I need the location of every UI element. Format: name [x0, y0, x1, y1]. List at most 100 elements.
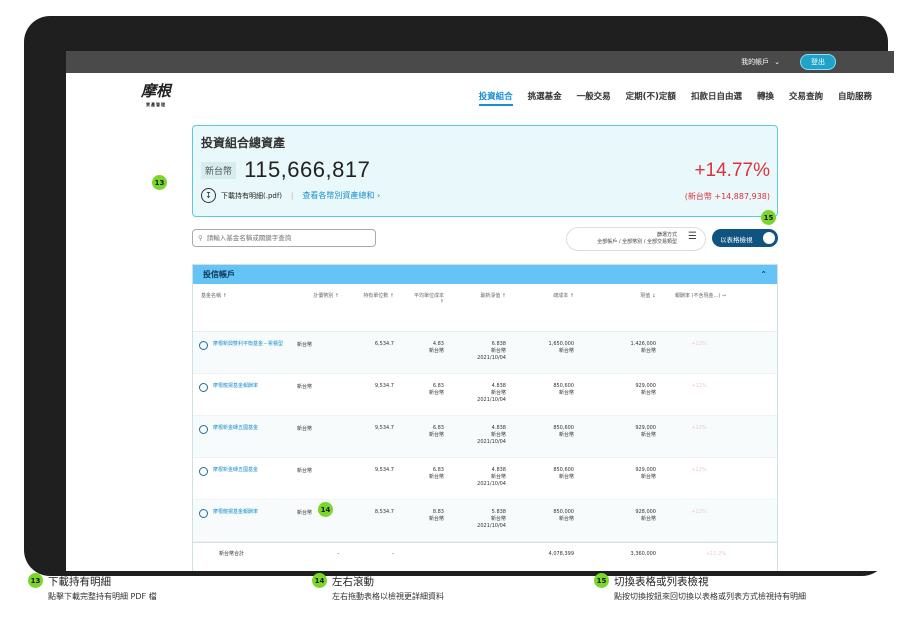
cell-currency: 新台幣	[297, 510, 313, 516]
fund-name-link[interactable]: 摩根新金磚五國基金	[213, 425, 258, 457]
table-row[interactable]: 摩根龍揚基金報酬率 新台幣 9,534.7 6.83 新台幣 4.838 新台幣 2021/1…	[193, 374, 777, 416]
table-header-bar[interactable]: 投信帳戶 ⌃	[193, 265, 777, 284]
nav-item[interactable]: 自助服務	[838, 90, 872, 106]
portfolio-summary: 投資組合總資產 新台幣 115,666,817 +14.77% (新台幣 +14…	[192, 125, 778, 217]
cell-return: +12%	[691, 467, 707, 473]
nav-item[interactable]: 挑選基金	[528, 90, 562, 106]
sliders-icon: ☰	[688, 231, 697, 242]
column-header[interactable]: 平均單位成本 ↑	[402, 292, 452, 331]
total-currency: -	[337, 550, 339, 557]
download-pdf-link[interactable]: 下載持有明細(.pdf)	[221, 191, 282, 201]
row-radio[interactable]	[199, 467, 208, 476]
cell-cost: 850,000 新台幣	[553, 509, 574, 522]
nav-item[interactable]: 定期(不)定額	[626, 90, 676, 106]
total-return: +11.2%	[705, 550, 726, 557]
filter-button[interactable]: 篩選方式 全部帳戶 / 全部幣別 / 全部交易類型 ☰	[566, 227, 706, 251]
filter-value: 全部帳戶 / 全部幣別 / 全部交易類型	[597, 239, 677, 245]
table-row[interactable]: 摩根龍揚基金報酬率 新台幣 8,534.7 8.83 新台幣 5.838 新台幣 2021/1…	[193, 500, 777, 542]
table-row[interactable]: 摩根新金磚五國基金 新台幣 9,534.7 6.83 新台幣 4.838 新台幣 2021/1…	[193, 458, 777, 500]
cell-avg-cost: 6.83 新台幣	[428, 383, 444, 396]
summary-title: 投資組合總資產	[201, 136, 286, 150]
cell-return: +12%	[691, 383, 707, 389]
callout-title: 切換表格或列表檢視	[614, 576, 709, 588]
fund-search[interactable]: ⚲	[192, 229, 376, 247]
row-radio[interactable]	[199, 425, 208, 434]
total-cost: 4,078,399	[548, 550, 574, 557]
cell-nav: 6.838 新台幣 2021/10/04	[477, 341, 506, 361]
callout-desc: 左右拖動表格以檢視更詳細資料	[332, 592, 444, 601]
cell-nav: 4.838 新台幣 2021/10/04	[477, 425, 506, 445]
fund-name-link[interactable]: 摩根龍揚基金報酬率	[213, 383, 258, 415]
callout-desc: 點擊下載完整持有明細 PDF 檔	[48, 592, 157, 601]
table-columns: 基金名稱 ↑ 計價幣別 ↑ 持有單位數 ↑ 平均單位成本 ↑ 最新淨值 ↑ 總成本 ↑ 現值…	[193, 284, 777, 332]
cell-value: 929,000 新台幣	[635, 467, 656, 480]
table-row[interactable]: 摩根新興雙利平衡基金－累積型 新台幣 6,534.7 4.83 新台幣 6.838 新台幣 2…	[193, 332, 777, 374]
nav-item[interactable]: 一般交易	[577, 90, 611, 106]
column-header[interactable]: 持有單位數 ↑	[347, 292, 402, 331]
total-value: 3,360,000	[630, 550, 656, 557]
cell-value: 1,426,000 新台幣	[630, 341, 656, 354]
cell-cost: 850,600 新台幣	[553, 467, 574, 480]
fund-name-link[interactable]: 摩根新金磚五國基金	[213, 467, 258, 499]
nav-item[interactable]: 投資組合	[478, 90, 513, 106]
logo[interactable]: 摩根 資產管理	[138, 84, 174, 112]
row-radio[interactable]	[199, 509, 208, 518]
nav-item[interactable]: 轉換	[757, 90, 774, 106]
table-row[interactable]: 摩根新金磚五國基金 新台幣 9,534.7 6.83 新台幣 4.838 新台幣 2021/1…	[193, 416, 777, 458]
return-percent: +14.77%	[694, 160, 770, 181]
account-label: 我的帳戶	[741, 58, 770, 66]
toggle-knob	[763, 232, 775, 244]
account-menu[interactable]: 我的帳戶 ⌄	[741, 57, 780, 67]
device-frame: 我的帳戶 ⌄ 登出 摩根 資產管理 投資組合 挑選基金 一般交易 定期(不)定額 扣款日…	[24, 16, 894, 576]
column-header[interactable]: 基金名稱 ↑	[193, 292, 289, 331]
callout-15: 15 切換表格或列表檢視 點按切換按鈕來回切換以表格或列表方式檢視持有明細	[594, 572, 834, 602]
column-header[interactable]: 報酬率 (不含現金...) →	[664, 292, 734, 331]
logo-sub: 資產管理	[146, 102, 166, 107]
holdings-table: 投信帳戶 ⌃ 基金名稱 ↑ 計價幣別 ↑ 持有單位數 ↑ 平均單位成本 ↑ 最新淨值 ↑…	[192, 264, 778, 571]
nav-menu: 投資組合 挑選基金 一般交易 定期(不)定額 扣款日自由選 轉換 交易查詢 自助服務	[478, 90, 872, 106]
cell-return: +12%	[691, 509, 707, 515]
currency-tag: 新台幣	[201, 161, 237, 179]
total-label: 新台幣合計	[219, 551, 245, 557]
table-body: 摩根新興雙利平衡基金－累積型 新台幣 6,534.7 4.83 新台幣 6.838 新台幣 2…	[193, 332, 777, 542]
nav-item[interactable]: 扣款日自由選	[691, 90, 742, 106]
cell-return: +12%	[691, 341, 707, 347]
table-title: 投信帳戶	[203, 270, 235, 279]
chevron-down-icon: ⌄	[774, 58, 780, 66]
cell-units: 9,534.7	[374, 467, 394, 473]
cell-value: 929,000 新台幣	[635, 383, 656, 396]
chevron-up-icon[interactable]: ⌃	[760, 270, 767, 279]
top-bar: 我的帳戶 ⌄ 登出	[66, 51, 894, 73]
table-view-toggle[interactable]: 以表格檢視	[712, 229, 778, 247]
column-header[interactable]: 計價幣別 ↑	[289, 292, 347, 331]
cell-avg-cost: 8.83 新台幣	[428, 509, 444, 522]
row-radio[interactable]	[199, 383, 208, 392]
app-screen: 我的帳戶 ⌄ 登出 摩根 資產管理 投資組合 挑選基金 一般交易 定期(不)定額 扣款日…	[66, 51, 894, 571]
gain-amount: (新台幣 +14,887,938)	[684, 192, 770, 201]
search-input[interactable]	[206, 234, 367, 242]
cell-avg-cost: 4.83 新台幣	[428, 341, 444, 354]
cell-currency: 新台幣	[297, 342, 313, 348]
cell-units: 6,534.7	[374, 341, 394, 347]
column-header[interactable]: 最新淨值 ↑	[452, 292, 514, 331]
total-units: -	[392, 550, 394, 557]
cell-nav: 5.838 新台幣 2021/10/04	[477, 509, 506, 529]
row-radio[interactable]	[199, 341, 208, 350]
callout-desc: 點按切換按鈕來回切換以表格或列表方式檢視持有明細	[614, 592, 806, 601]
cell-nav: 4.838 新台幣 2021/10/04	[477, 467, 506, 487]
cell-units: 8,534.7	[374, 509, 394, 515]
view-by-currency-link[interactable]: 查看各幣別資產總和 ›	[302, 190, 380, 201]
fund-name-link[interactable]: 摩根新興雙利平衡基金－累積型	[213, 341, 283, 373]
cell-value: 928,000 新台幣	[635, 509, 656, 522]
main-nav: 摩根 資產管理 投資組合 挑選基金 一般交易 定期(不)定額 扣款日自由選 轉換 交易查詢自…	[66, 73, 894, 123]
nav-item[interactable]: 交易查詢	[789, 90, 823, 106]
logout-button[interactable]: 登出	[800, 54, 836, 70]
callout-num: 14	[312, 573, 327, 588]
cell-units: 9,534.7	[374, 425, 394, 431]
fund-name-link[interactable]: 摩根龍揚基金報酬率	[213, 509, 258, 541]
cell-cost: 850,600 新台幣	[553, 425, 574, 438]
cell-units: 9,534.7	[374, 383, 394, 389]
column-header[interactable]: 總成本 ↑	[514, 292, 582, 331]
column-header[interactable]: 現值 ↓	[582, 292, 664, 331]
download-icon[interactable]: ↧	[201, 188, 216, 203]
